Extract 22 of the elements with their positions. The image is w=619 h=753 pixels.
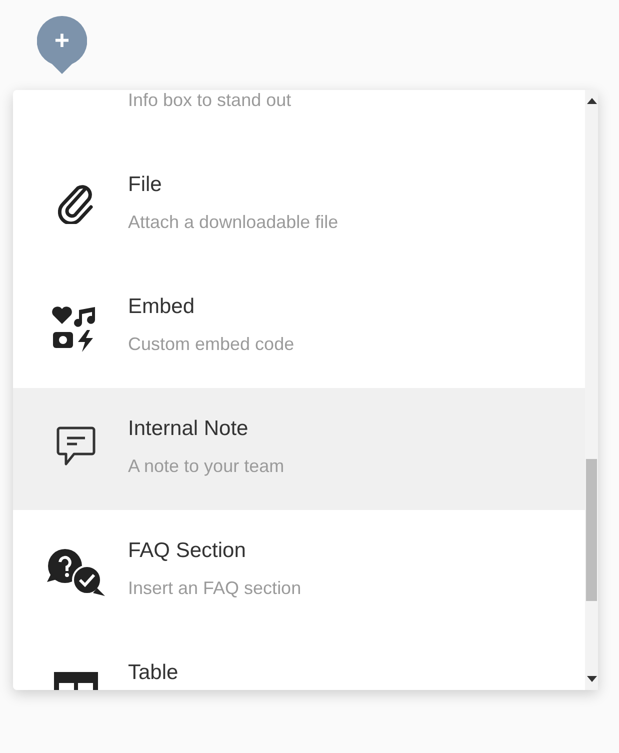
item-description: Attach a downloadable file (128, 211, 338, 233)
item-title: FAQ Section (128, 539, 247, 563)
item-title: Embed (128, 295, 196, 319)
item-description: Info box to stand out (128, 90, 292, 111)
faq-bubbles-icon (44, 548, 106, 598)
menu-item[interactable]: File Attach a downloadable file (13, 144, 585, 266)
item-description: A note to your team (128, 455, 284, 477)
menu-item[interactable]: FAQ Section Insert an FAQ section (13, 510, 585, 632)
menu-item[interactable]: Table (13, 632, 585, 690)
scroll-up-icon[interactable] (586, 98, 596, 104)
item-description: Custom embed code (128, 333, 294, 355)
scroll-thumb[interactable] (586, 459, 597, 601)
item-title: Table (128, 661, 178, 685)
paperclip-icon (58, 182, 94, 224)
scroll-down-icon[interactable] (586, 676, 596, 682)
menu-item[interactable]: Embed Custom embed code (13, 266, 585, 388)
comment-icon (56, 426, 96, 468)
scrollbar[interactable] (585, 90, 598, 690)
item-description: Insert an FAQ section (128, 577, 302, 599)
item-title: File (128, 173, 163, 197)
menu-item[interactable]: Internal Note A note to your team (13, 388, 585, 510)
item-title: Internal Note (128, 417, 250, 441)
